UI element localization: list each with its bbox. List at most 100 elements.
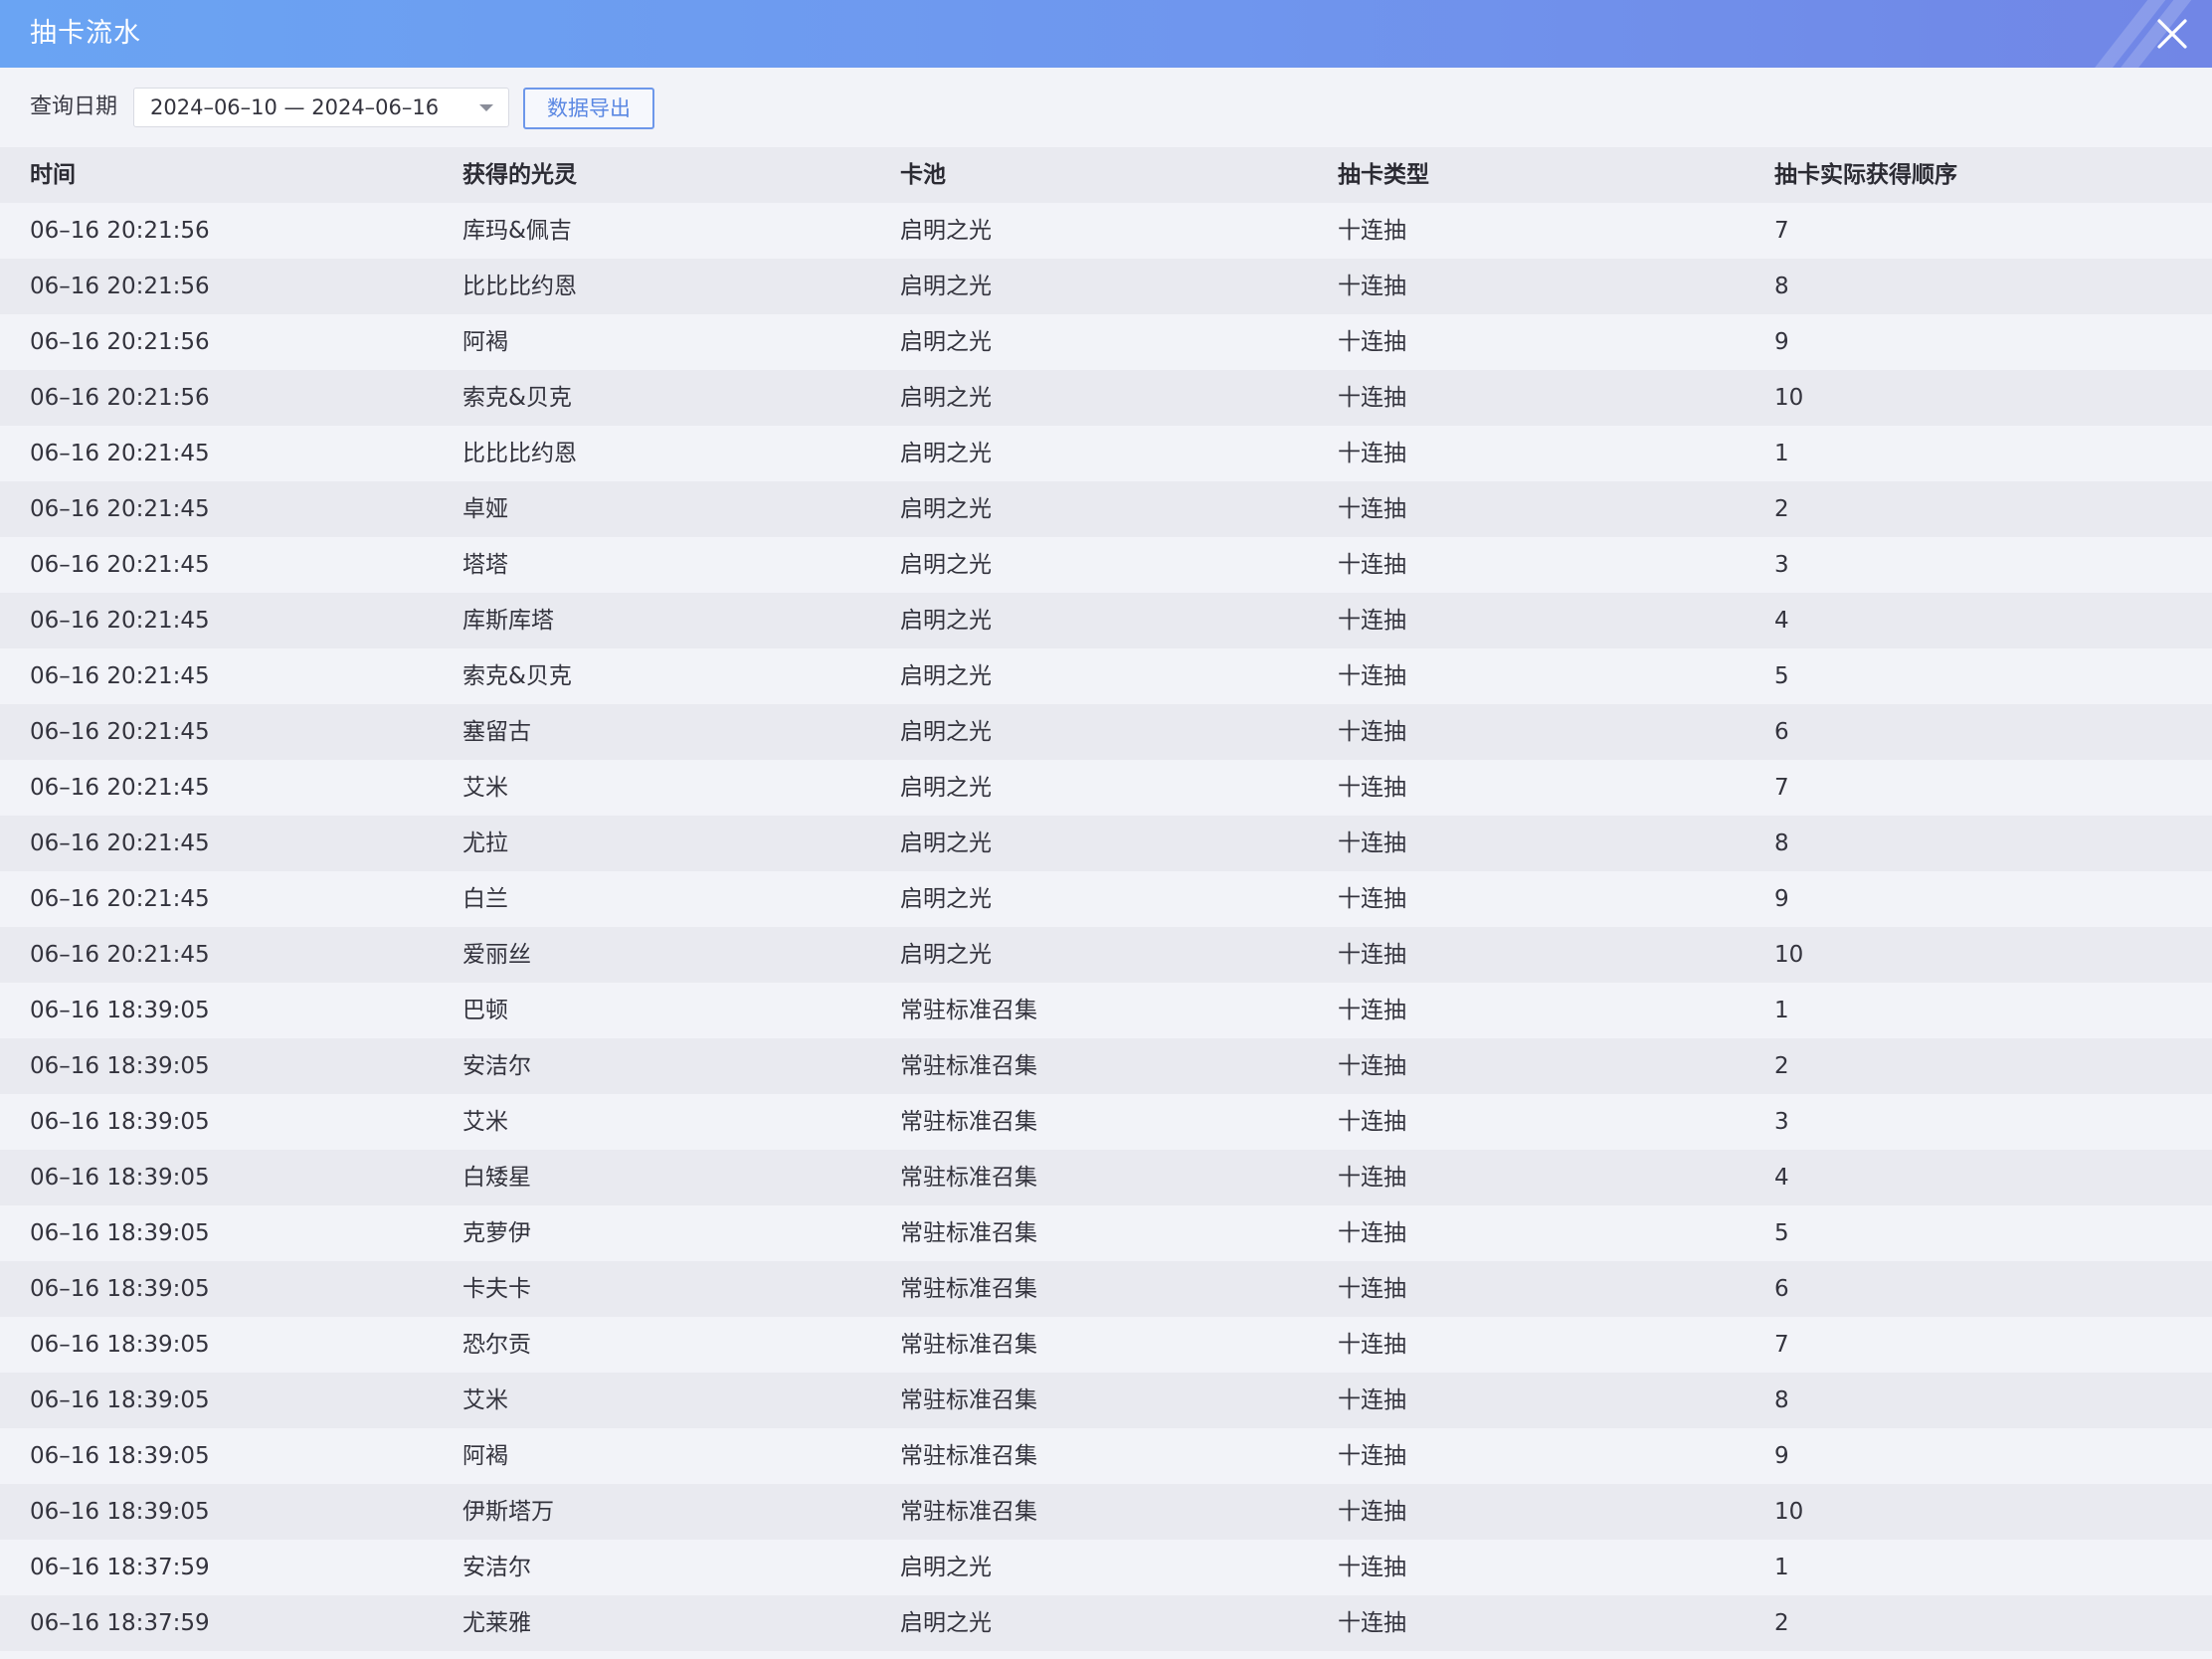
cell-spirit: 索克&贝克 — [462, 385, 572, 411]
cell-pool: 启明之光 — [900, 441, 992, 466]
cell-time: 06–16 18:37:59 — [30, 1555, 210, 1580]
toolbar: 查询日期 2024–06–10 — 2024–06–16 数据导出 — [0, 68, 2212, 147]
cell-spirit: 卓娅 — [462, 496, 508, 522]
table-row: 06–16 18:39:05 安洁尔 常驻标准召集 十连抽 2 — [0, 1038, 2212, 1094]
cell-time: 06–16 20:21:45 — [30, 441, 210, 466]
chevron-down-icon — [479, 104, 493, 111]
cell-pool: 启明之光 — [900, 775, 992, 801]
cell-type: 十连抽 — [1338, 441, 1406, 466]
cell-order: 8 — [1774, 830, 1789, 856]
cell-pool: 启明之光 — [900, 1610, 992, 1636]
table-row: 06–16 20:21:45 白兰 启明之光 十连抽 9 — [0, 871, 2212, 927]
cell-type: 十连抽 — [1338, 329, 1406, 355]
cell-type: 十连抽 — [1338, 1332, 1406, 1358]
cell-spirit: 阿褐 — [462, 329, 508, 355]
table-row: 06–16 20:21:56 比比比约恩 启明之光 十连抽 8 — [0, 259, 2212, 314]
cell-pool: 常驻标准召集 — [900, 1053, 1037, 1079]
cell-time: 06–16 18:39:05 — [30, 1109, 210, 1135]
cell-type: 十连抽 — [1338, 1555, 1406, 1580]
cell-time: 06–16 18:39:05 — [30, 1332, 210, 1358]
cell-time: 06–16 20:21:45 — [30, 886, 210, 912]
cell-pool: 常驻标准召集 — [900, 1165, 1037, 1191]
cell-time: 06–16 20:21:45 — [30, 719, 210, 745]
cell-order: 2 — [1774, 1053, 1789, 1079]
table-row: 06–16 18:39:05 巴顿 常驻标准召集 十连抽 1 — [0, 983, 2212, 1038]
cell-spirit: 塔塔 — [462, 552, 508, 578]
cell-spirit: 卡夫卡 — [462, 1276, 531, 1302]
cell-pool: 常驻标准召集 — [900, 1332, 1037, 1358]
cell-spirit: 库斯库塔 — [462, 608, 554, 634]
cell-order: 3 — [1774, 552, 1789, 578]
cell-order: 8 — [1774, 1387, 1789, 1413]
cell-order: 5 — [1774, 663, 1789, 689]
cell-time: 06–16 20:21:56 — [30, 218, 210, 244]
cell-time: 06–16 18:39:05 — [30, 1387, 210, 1413]
export-data-button[interactable]: 数据导出 — [523, 88, 654, 129]
cell-spirit: 比比比约恩 — [462, 274, 577, 299]
cell-spirit: 艾米 — [462, 1387, 508, 1413]
cell-spirit: 克萝伊 — [462, 1220, 531, 1246]
cell-time: 06–16 18:39:05 — [30, 1276, 210, 1302]
close-button[interactable] — [2150, 12, 2194, 56]
cell-type: 十连抽 — [1338, 1220, 1406, 1246]
header-spirit: 获得的光灵 — [462, 162, 577, 188]
date-range-select[interactable]: 2024–06–10 — 2024–06–16 — [133, 88, 509, 127]
cell-pool: 启明之光 — [900, 608, 992, 634]
table-row: 06–16 20:21:56 库玛&佩吉 启明之光 十连抽 7 — [0, 203, 2212, 259]
cell-order: 4 — [1774, 1165, 1789, 1191]
cell-spirit: 比比比约恩 — [462, 441, 577, 466]
header-type: 抽卡类型 — [1338, 162, 1429, 188]
cell-type: 十连抽 — [1338, 274, 1406, 299]
table-row: 06–16 18:39:05 克萝伊 常驻标准召集 十连抽 5 — [0, 1205, 2212, 1261]
cell-type: 十连抽 — [1338, 1387, 1406, 1413]
cell-pool: 启明之光 — [900, 830, 992, 856]
close-icon — [2157, 19, 2187, 49]
cell-time: 06–16 20:21:45 — [30, 552, 210, 578]
table-row: 06–16 20:21:56 索克&贝克 启明之光 十连抽 10 — [0, 370, 2212, 426]
cell-pool: 启明之光 — [900, 218, 992, 244]
cell-spirit: 伊斯塔万 — [462, 1499, 554, 1525]
cell-type: 十连抽 — [1338, 1053, 1406, 1079]
cell-pool: 常驻标准召集 — [900, 1276, 1037, 1302]
cell-type: 十连抽 — [1338, 552, 1406, 578]
table-row: 06–16 18:39:05 恐尔贡 常驻标准召集 十连抽 7 — [0, 1317, 2212, 1373]
cell-time: 06–16 20:21:45 — [30, 608, 210, 634]
cell-spirit: 巴顿 — [462, 998, 508, 1023]
cell-order: 1 — [1774, 998, 1789, 1023]
cell-pool: 启明之光 — [900, 1555, 992, 1580]
header-time: 时间 — [30, 162, 76, 188]
table-row: 06–16 20:21:45 艾米 启明之光 十连抽 7 — [0, 760, 2212, 816]
table-header: 时间 获得的光灵 卡池 抽卡类型 抽卡实际获得顺序 — [0, 147, 2212, 203]
cell-time: 06–16 18:39:05 — [30, 1165, 210, 1191]
cell-type: 十连抽 — [1338, 942, 1406, 968]
table-row: 06–16 18:37:59 安洁尔 启明之光 十连抽 1 — [0, 1540, 2212, 1595]
cell-spirit: 白矮星 — [462, 1165, 531, 1191]
cell-order: 9 — [1774, 886, 1789, 912]
gacha-table: 时间 获得的光灵 卡池 抽卡类型 抽卡实际获得顺序 06–16 20:21:56… — [0, 147, 2212, 1651]
cell-pool: 启明之光 — [900, 496, 992, 522]
cell-spirit: 尤莱雅 — [462, 1610, 531, 1636]
cell-pool: 启明之光 — [900, 329, 992, 355]
cell-type: 十连抽 — [1338, 385, 1406, 411]
cell-order: 10 — [1774, 942, 1804, 968]
cell-pool: 启明之光 — [900, 552, 992, 578]
cell-time: 06–16 20:21:56 — [30, 329, 210, 355]
cell-time: 06–16 20:21:45 — [30, 775, 210, 801]
cell-pool: 启明之光 — [900, 942, 992, 968]
cell-spirit: 尤拉 — [462, 830, 508, 856]
cell-time: 06–16 20:21:56 — [30, 385, 210, 411]
table-row: 06–16 18:39:05 白矮星 常驻标准召集 十连抽 4 — [0, 1150, 2212, 1205]
cell-order: 1 — [1774, 1555, 1789, 1580]
table-row: 06–16 18:39:05 阿褐 常驻标准召集 十连抽 9 — [0, 1428, 2212, 1484]
cell-type: 十连抽 — [1338, 1109, 1406, 1135]
cell-type: 十连抽 — [1338, 886, 1406, 912]
cell-spirit: 白兰 — [462, 886, 508, 912]
cell-type: 十连抽 — [1338, 1165, 1406, 1191]
cell-time: 06–16 20:21:45 — [30, 663, 210, 689]
gacha-history-window: 抽卡流水 查询日期 2024–06–10 — 2024–06–16 数据导出 时… — [0, 0, 2212, 1659]
cell-time: 06–16 20:21:56 — [30, 274, 210, 299]
cell-order: 10 — [1774, 385, 1804, 411]
header-order: 抽卡实际获得顺序 — [1774, 162, 1957, 188]
cell-time: 06–16 18:39:05 — [30, 1499, 210, 1525]
cell-type: 十连抽 — [1338, 608, 1406, 634]
